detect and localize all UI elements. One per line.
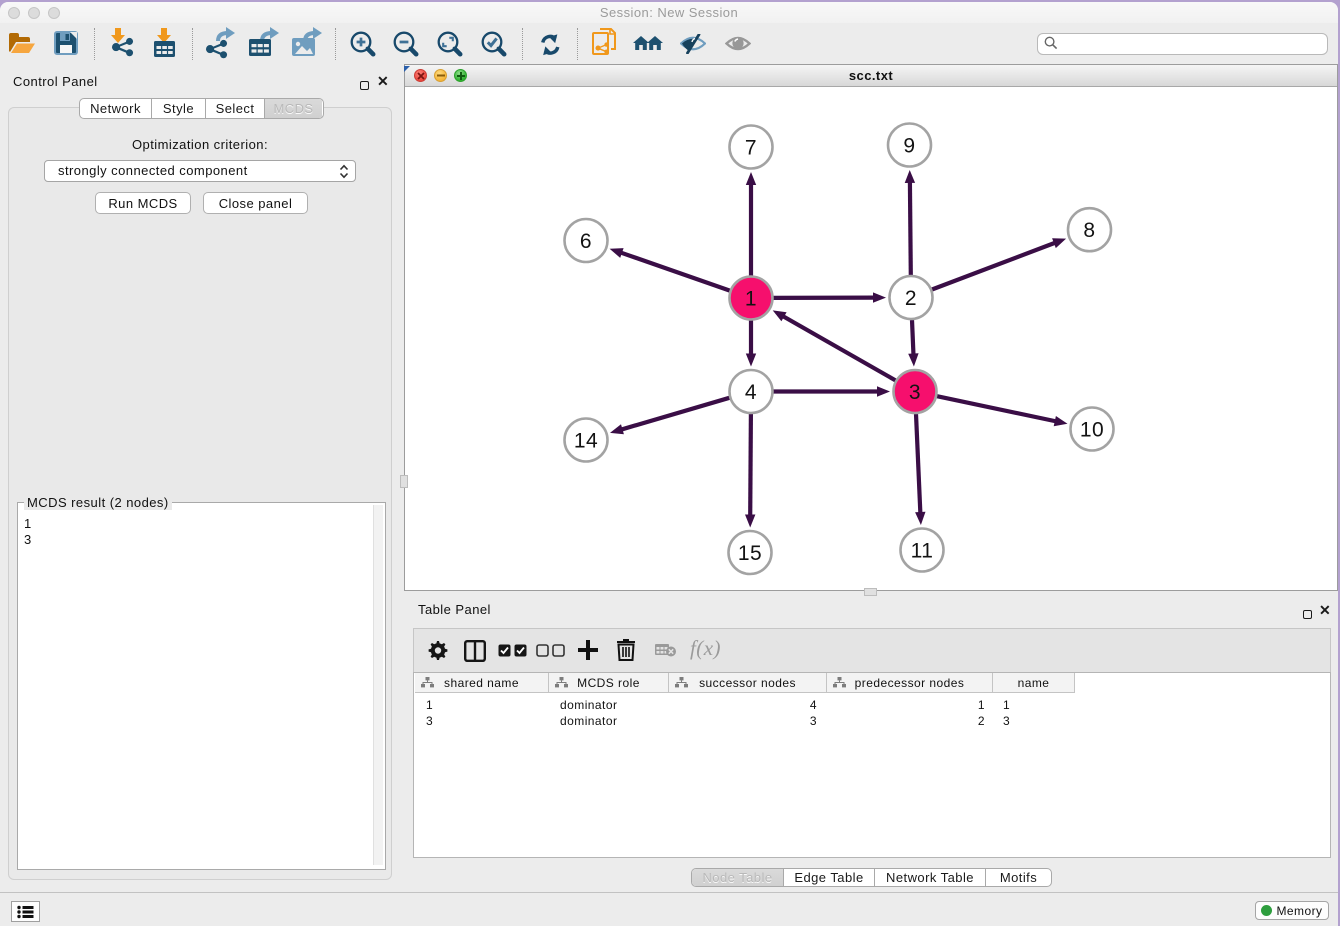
svg-text:2: 2 (905, 287, 917, 310)
svg-text:1: 1 (745, 288, 757, 311)
svg-text:4: 4 (745, 381, 757, 404)
svg-text:15: 15 (738, 542, 762, 565)
svg-text:8: 8 (1083, 219, 1095, 242)
svg-text:14: 14 (574, 430, 598, 453)
svg-text:11: 11 (911, 540, 934, 563)
svg-text:10: 10 (1080, 419, 1104, 442)
svg-text:9: 9 (903, 135, 915, 158)
svg-text:6: 6 (580, 230, 592, 253)
svg-text:3: 3 (909, 381, 921, 404)
svg-text:7: 7 (745, 137, 757, 160)
